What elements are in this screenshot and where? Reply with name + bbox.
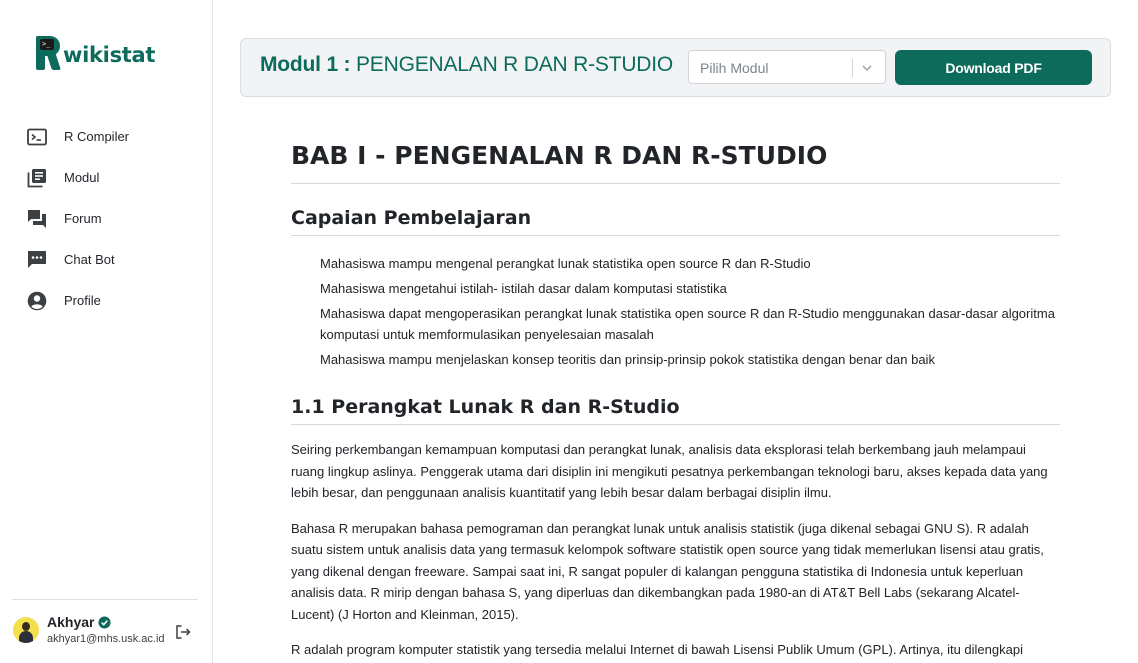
avatar[interactable] (13, 616, 39, 643)
logo-r-mark: >_ (36, 34, 62, 70)
paragraph: Bahasa R merupakan bahasa pemograman dan… (291, 520, 1044, 622)
paragraph: R adalah program komputer statistik yang… (291, 642, 1023, 657)
verified-badge-icon (98, 615, 112, 629)
list-item: Mahasiswa dapat mengoperasikan perangkat… (320, 306, 1055, 342)
sidebar-item-label: R Compiler (64, 129, 130, 144)
download-pdf-button[interactable]: Download PDF (895, 50, 1092, 85)
module-content: BAB I - PENGENALAN R DAN R-STUDIO Capaia… (291, 141, 1060, 661)
chapter-title: BAB I - PENGENALAN R DAN R-STUDIO (291, 141, 1060, 184)
user-email: akhyar1@mhs.usk.ac.id (47, 633, 165, 645)
chevron-down-icon[interactable] (860, 61, 874, 75)
sidebar-item-chat-bot[interactable]: Chat Bot (26, 239, 129, 280)
sidebar-item-label: Forum (64, 211, 102, 226)
list-item: Mahasiswa mampu menjelaskan konsep teori… (320, 352, 935, 367)
forum-icon (26, 208, 48, 230)
section-title-software: 1.1 Perangkat Lunak R dan R-Studio (291, 396, 1060, 425)
sidebar-item-modul[interactable]: Modul (26, 157, 129, 198)
section-title-learning-outcomes: Capaian Pembelajaran (291, 207, 1060, 236)
module-select-placeholder: Pilih Modul (700, 60, 769, 76)
module-select[interactable]: Pilih Modul (688, 50, 886, 84)
sidebar-item-r-compiler[interactable]: R Compiler (26, 116, 129, 157)
module-title-prefix: Modul 1 : (260, 53, 351, 76)
sidebar-item-label: Profile (64, 293, 101, 308)
logout-icon[interactable] (175, 624, 191, 640)
app-logo[interactable]: >_ wikistat (36, 30, 155, 70)
list-item: Mahasiswa mengetahui istilah- istilah da… (320, 281, 727, 296)
library-books-icon (26, 167, 48, 189)
module-title-name: PENGENALAN R DAN R-STUDIO (350, 53, 674, 76)
paragraph: Seiring perkembangan kemampuan komputasi… (291, 442, 1048, 500)
logo-terminal-glyph: >_ (40, 39, 54, 50)
sidebar-divider (12, 599, 198, 600)
sidebar-item-label: Chat Bot (64, 252, 115, 267)
user-info: Akhyar akhyar1@mhs.usk.ac.id (47, 614, 165, 645)
sidebar-nav: R Compiler Modul Forum Chat Bot Profile (26, 116, 129, 321)
account-circle-icon (26, 290, 48, 312)
sidebar-item-label: Modul (64, 170, 100, 185)
module-header: Modul 1 : PENGENALAN R DAN R-STUDIO Pili… (240, 38, 1111, 97)
sidebar-item-profile[interactable]: Profile (26, 280, 129, 321)
logo-text: wikistat (63, 43, 156, 67)
module-title: Modul 1 : PENGENALAN R DAN R-STUDIO (260, 53, 673, 77)
user-name: Akhyar (47, 614, 95, 630)
user-card: Akhyar akhyar1@mhs.usk.ac.id (13, 614, 165, 645)
user-name-row: Akhyar (47, 614, 165, 630)
sidebar: >_ wikistat R Compiler Modul Forum Chat … (0, 0, 213, 663)
chat-icon (26, 249, 48, 271)
learning-outcomes-list: Mahasiswa mampu mengenal perangkat lunak… (291, 253, 1060, 370)
sidebar-item-forum[interactable]: Forum (26, 198, 129, 239)
select-separator (852, 59, 853, 77)
terminal-icon (26, 126, 48, 148)
list-item: Mahasiswa mampu mengenal perangkat lunak… (320, 256, 811, 271)
